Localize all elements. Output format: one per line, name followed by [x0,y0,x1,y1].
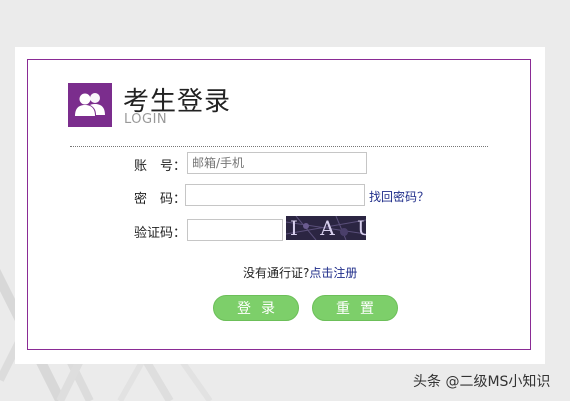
account-input[interactable] [187,152,367,174]
forgot-password-link[interactable]: 找回密码？ [369,188,429,205]
signup-row: 没有通行证?点击注册 [243,264,357,281]
password-input[interactable] [185,184,365,206]
account-label: 账 号： [134,159,187,174]
register-link[interactable]: 点击注册 [309,266,357,280]
login-button[interactable]: 登录 [213,295,299,321]
captcha-input[interactable] [187,219,283,241]
reset-button[interactable]: 重置 [312,295,398,321]
captcha-text: I A U [290,216,366,240]
no-pass-text: 没有通行证? [243,266,310,280]
password-label: 密 码： [134,192,187,207]
users-icon [68,83,112,127]
login-frame: 考生登录 LOGIN 账 号： 密 码： 找回密码？ 验证码： I A U 没有… [27,59,531,350]
login-panel: 考生登录 LOGIN 账 号： 密 码： 找回密码？ 验证码： I A U 没有… [15,47,545,364]
page-subtitle: LOGIN [124,112,168,127]
divider [70,146,488,147]
captcha-image[interactable]: I A U [286,216,366,240]
captcha-label: 验证码： [134,226,187,241]
watermark: 头条 @二级MS小知识 [413,374,551,390]
